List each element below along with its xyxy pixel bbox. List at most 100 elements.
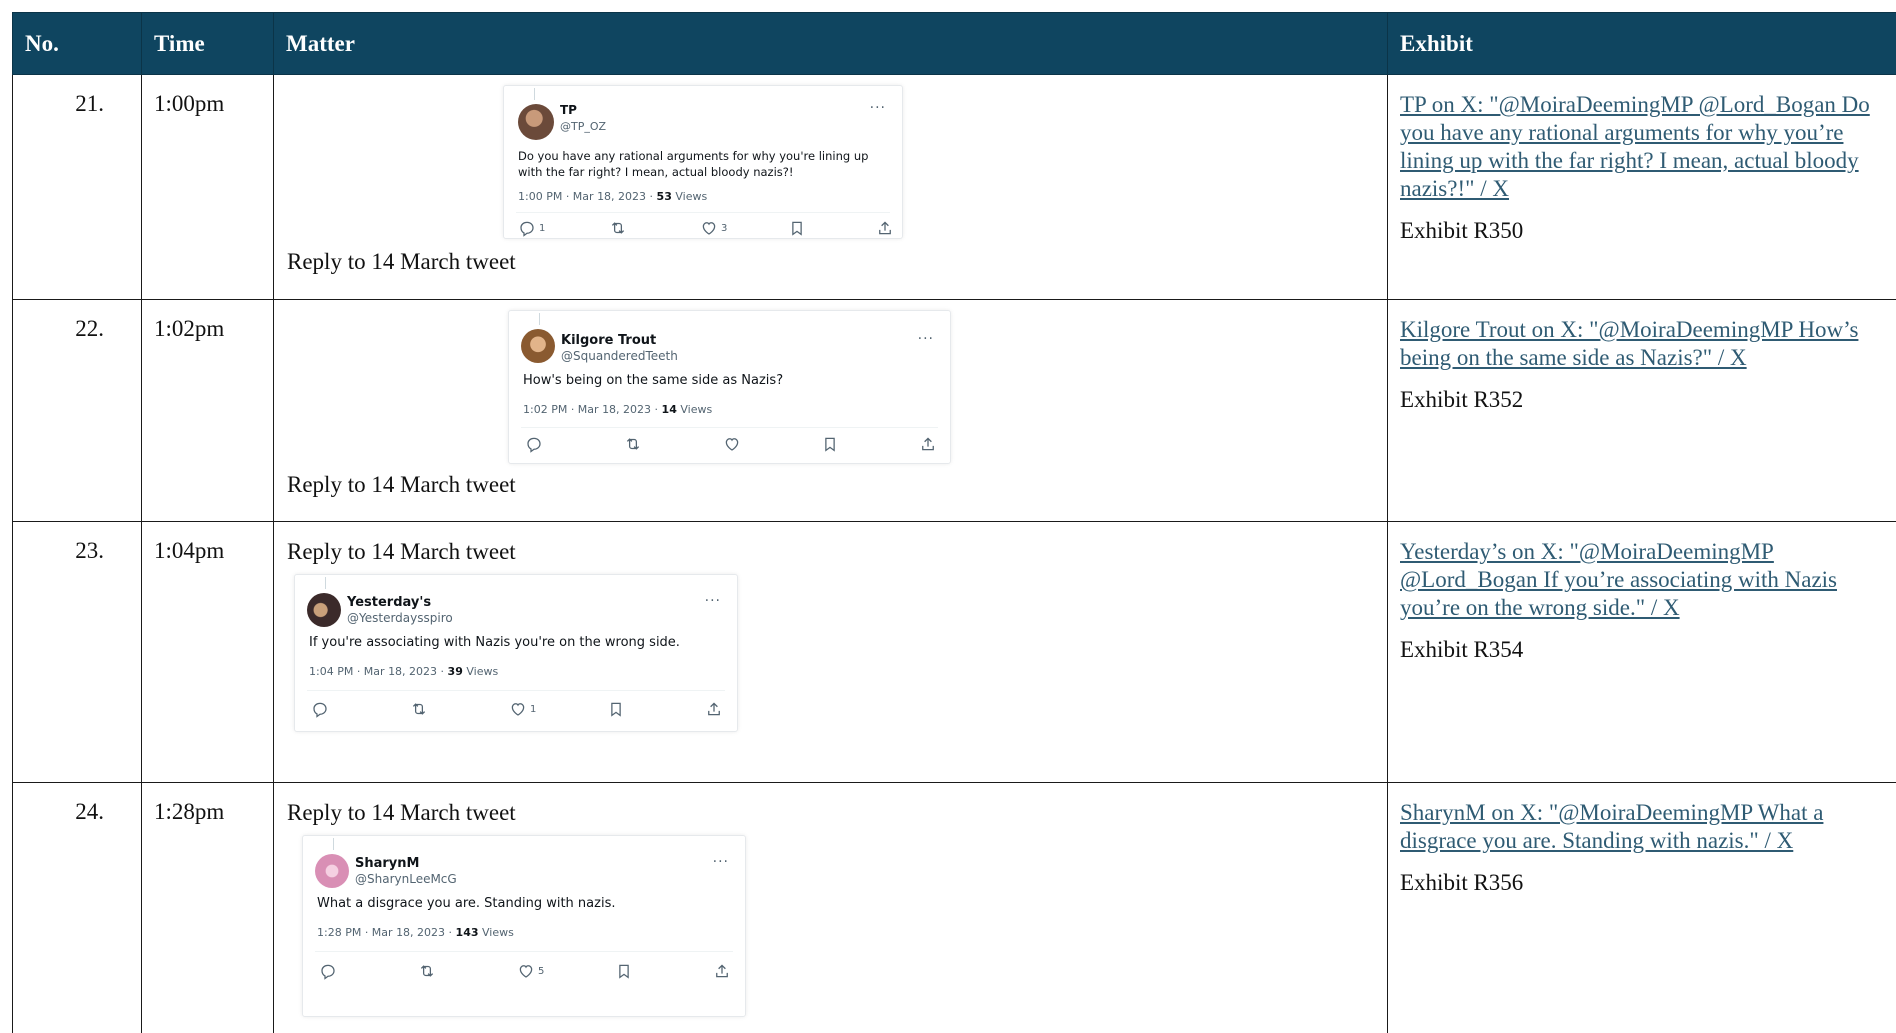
tweet-meta: 1:02 PM · Mar 18, 2023 · 14 Views	[523, 403, 712, 416]
bookmark-icon	[615, 959, 633, 983]
bookmark-icon	[788, 216, 806, 240]
more-icon: ···	[712, 854, 729, 870]
more-icon: ···	[704, 593, 721, 609]
tweet-date: 1:04 PM · Mar 18, 2023 ·	[309, 665, 448, 678]
tweet-actions: 5	[317, 959, 731, 983]
tweet-author-name: Yesterday's	[347, 595, 432, 610]
reply-count: 1	[539, 222, 546, 234]
row-matter: Reply to 14 March tweet TP @TP_OZ ··· Do…	[273, 74, 1388, 300]
tweet-views-label: Views	[478, 926, 514, 939]
like-count: 1	[530, 703, 537, 715]
exhibit-label: Exhibit R354	[1400, 637, 1524, 662]
tweet-meta: 1:28 PM · Mar 18, 2023 · 143 Views	[317, 926, 514, 939]
evidence-table: No. Time Matter Exhibit 21. 1:00pm Reply…	[12, 12, 1896, 1033]
avatar	[518, 104, 554, 140]
tweet-actions	[523, 432, 936, 456]
row-time: 1:04pm	[141, 521, 274, 783]
table-row: 21. 1:00pm Reply to 14 March tweet TP @T…	[12, 74, 1896, 300]
tweet-date: 1:02 PM · Mar 18, 2023 ·	[523, 403, 662, 416]
divider	[315, 951, 733, 952]
reply-icon	[311, 697, 332, 721]
exhibit-label: Exhibit R352	[1400, 387, 1524, 412]
exhibit-link[interactable]: TP on X: "@MoiraDeemingMP @Lord_Bogan Do…	[1400, 91, 1896, 203]
matter-description: Reply to 14 March tweet	[287, 472, 516, 497]
row-time: 1:02pm	[141, 299, 274, 522]
share-icon	[705, 697, 723, 721]
exhibit-link[interactable]: Kilgore Trout on X: "@MoiraDeemingMP How…	[1400, 316, 1896, 372]
exhibit-label: Exhibit R350	[1400, 218, 1524, 243]
tweet-views-count: 53	[656, 190, 672, 203]
tweet-screenshot: SharynM @SharynLeeMcG ··· What a disgrac…	[302, 835, 746, 1017]
tweet-author-name: SharynM	[355, 856, 420, 871]
matter-description: Reply to 14 March tweet	[287, 249, 516, 274]
row-number: 22.	[12, 299, 142, 522]
column-header-time: Time	[141, 12, 274, 75]
row-exhibit: SharynM on X: "@MoiraDeemingMP What a di…	[1387, 782, 1896, 1033]
tweet-actions: 1 3	[518, 216, 888, 240]
column-header-no: No.	[12, 12, 142, 75]
divider	[307, 690, 725, 691]
tweet-text: What a disgrace you are. Standing with n…	[317, 896, 616, 911]
tweet-views-count: 39	[447, 665, 463, 678]
row-exhibit: Yesterday’s on X: "@MoiraDeemingMP @Lord…	[1387, 521, 1896, 783]
tweet-author-name: TP	[560, 103, 577, 117]
row-matter: Reply to 14 March tweet Yesterday's @Yes…	[273, 521, 1388, 783]
tweet-views-count: 14	[661, 403, 677, 416]
column-header-exhibit: Exhibit	[1387, 12, 1896, 75]
tweet-author-handle: @SquanderedTeeth	[561, 349, 678, 363]
exhibit-label: Exhibit R356	[1400, 870, 1524, 895]
tweet-meta: 1:04 PM · Mar 18, 2023 · 39 Views	[309, 665, 498, 678]
tweet-screenshot: Kilgore Trout @SquanderedTeeth ··· How's…	[508, 310, 951, 464]
tweet-author-handle: @SharynLeeMcG	[355, 872, 457, 886]
more-icon: ···	[869, 100, 886, 116]
more-icon: ···	[917, 331, 934, 347]
tweet-views-label: Views	[676, 403, 713, 416]
bookmark-icon	[821, 432, 839, 456]
tweet-text: If you're associating with Nazis you're …	[309, 635, 680, 650]
like-icon: 1	[509, 697, 536, 721]
tweet-screenshot: Yesterday's @Yesterdaysspiro ··· If you'…	[294, 574, 738, 732]
divider	[521, 427, 938, 428]
thread-line	[325, 577, 326, 589]
row-number: 24.	[12, 782, 142, 1033]
row-time: 1:00pm	[141, 74, 274, 300]
tweet-author-name: Kilgore Trout	[561, 333, 657, 348]
thread-line	[333, 838, 334, 850]
table-row: 24. 1:28pm Reply to 14 March tweet Shary…	[12, 782, 1896, 1033]
reply-icon	[319, 959, 340, 983]
row-time: 1:28pm	[141, 782, 274, 1033]
tweet-date: 1:28 PM · Mar 18, 2023 ·	[317, 926, 456, 939]
like-icon: 3	[700, 216, 727, 240]
tweet-text: How's being on the same side as Nazis?	[523, 373, 784, 388]
retweet-icon	[609, 216, 627, 240]
reply-icon	[525, 432, 546, 456]
row-number: 21.	[12, 74, 142, 300]
exhibit-link[interactable]: SharynM on X: "@MoiraDeemingMP What a di…	[1400, 799, 1896, 855]
avatar	[521, 329, 555, 363]
row-exhibit: TP on X: "@MoiraDeemingMP @Lord_Bogan Do…	[1387, 74, 1896, 300]
avatar	[315, 854, 349, 888]
matter-description: Reply to 14 March tweet	[287, 800, 516, 825]
tweet-author-handle: @Yesterdaysspiro	[347, 611, 453, 625]
row-exhibit: Kilgore Trout on X: "@MoiraDeemingMP How…	[1387, 299, 1896, 522]
like-icon	[723, 432, 744, 456]
tweet-date: 1:00 PM · Mar 18, 2023 ·	[518, 190, 657, 203]
tweet-screenshot: TP @TP_OZ ··· Do you have any rational a…	[503, 85, 903, 239]
retweet-icon	[418, 959, 436, 983]
divider	[516, 212, 890, 213]
bookmark-icon	[607, 697, 625, 721]
tweet-actions: 1	[309, 697, 723, 721]
avatar	[307, 593, 341, 627]
exhibit-link[interactable]: Yesterday’s on X: "@MoiraDeemingMP @Lord…	[1400, 538, 1896, 622]
tweet-views-label: Views	[462, 665, 499, 678]
retweet-icon	[410, 697, 428, 721]
like-count: 5	[538, 965, 545, 977]
tweet-text: Do you have any rational arguments for w…	[518, 149, 869, 179]
column-header-matter: Matter	[273, 12, 1388, 75]
row-matter: Reply to 14 March tweet Kilgore Trout @S…	[273, 299, 1388, 522]
tweet-views-label: Views	[671, 190, 708, 203]
reply-icon: 1	[518, 216, 545, 240]
evidence-table-wrapper: No. Time Matter Exhibit 21. 1:00pm Reply…	[12, 12, 1896, 1033]
table-row: 23. 1:04pm Reply to 14 March tweet Yeste…	[12, 521, 1896, 783]
table-header-row: No. Time Matter Exhibit	[12, 12, 1896, 75]
